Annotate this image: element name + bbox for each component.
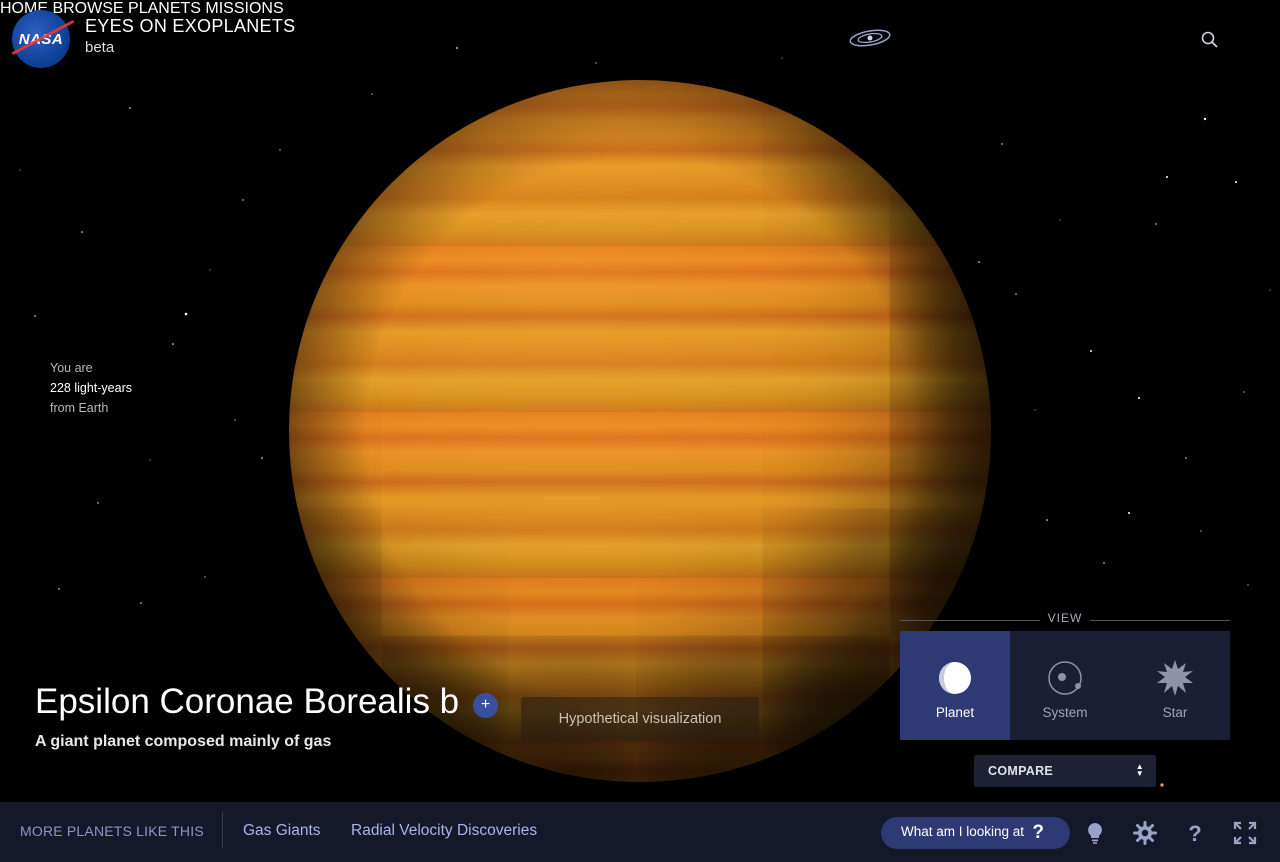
- planet-info-button[interactable]: +: [473, 693, 498, 718]
- star-icon: [1157, 660, 1193, 696]
- link-radial-velocity[interactable]: Radial Velocity Discoveries: [351, 822, 537, 840]
- compare-select[interactable]: COMPARE ▲ ▼: [974, 755, 1156, 787]
- planet-visualization[interactable]: [289, 80, 991, 782]
- link-gas-giants[interactable]: Gas Giants: [243, 822, 321, 840]
- view-label: VIEW: [900, 611, 1230, 627]
- what-am-i-looking-at-button[interactable]: What am I looking at ?: [881, 817, 1070, 849]
- search-icon[interactable]: [1200, 30, 1220, 50]
- view-system-button[interactable]: System: [1010, 631, 1120, 740]
- system-icon: [1048, 661, 1082, 695]
- settings-icon[interactable]: [1133, 821, 1157, 845]
- hypothetical-visualization-label: Hypothetical visualization: [521, 697, 759, 741]
- app-title[interactable]: EYES ON EXOPLANETS: [85, 16, 295, 37]
- compare-label: COMPARE: [988, 764, 1054, 778]
- help-label: What am I looking at: [901, 824, 1025, 839]
- view-star-label: Star: [1162, 705, 1188, 720]
- view-planet-button[interactable]: Planet: [900, 631, 1010, 740]
- planet-description: A giant planet composed mainly of gas: [35, 733, 332, 750]
- nasa-logo[interactable]: NASA: [11, 10, 75, 68]
- distance-readout: You are 228 light-years from Earth: [50, 358, 132, 418]
- planet-icon: [939, 662, 971, 694]
- app-subtitle: beta: [85, 39, 115, 56]
- galaxy-icon[interactable]: [848, 28, 892, 48]
- view-switcher: Planet System Star: [900, 631, 1230, 740]
- view-system-label: System: [1042, 705, 1088, 720]
- distance-suffix: from Earth: [50, 401, 109, 415]
- lightbulb-icon[interactable]: [1083, 821, 1107, 845]
- view-star-button[interactable]: Star: [1120, 631, 1230, 740]
- distance-value: 228 light-years: [50, 381, 132, 395]
- bottom-bar: MORE PLANETS LIKE THIS Gas Giants Radial…: [0, 802, 1280, 862]
- distance-prefix: You are: [50, 361, 93, 375]
- help-icon[interactable]: ?: [1183, 821, 1207, 845]
- select-arrows-icon: ▲ ▼: [1135, 762, 1144, 778]
- planet-name: Epsilon Coronae Borealis b: [35, 682, 460, 721]
- fullscreen-icon[interactable]: [1233, 821, 1257, 845]
- view-planet-label: Planet: [935, 705, 975, 720]
- more-planets-label: MORE PLANETS LIKE THIS: [20, 823, 204, 839]
- bottom-divider: [222, 812, 223, 848]
- view-label-text: VIEW: [1047, 611, 1083, 625]
- question-mark-icon: ?: [1032, 822, 1044, 843]
- svg-text:?: ?: [1188, 821, 1201, 845]
